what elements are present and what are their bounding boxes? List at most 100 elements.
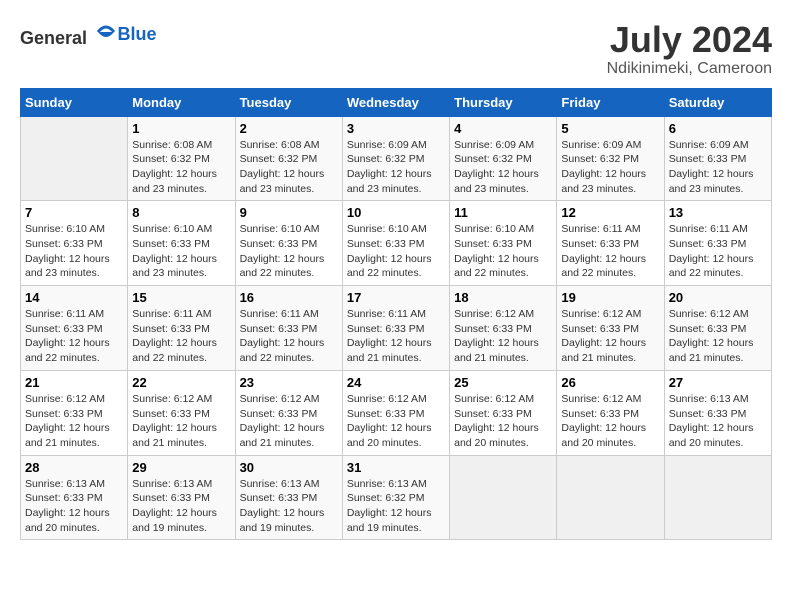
day-info: Sunrise: 6:10 AMSunset: 6:33 PMDaylight:… (454, 223, 539, 279)
calendar-cell: 19Sunrise: 6:12 AMSunset: 6:33 PMDayligh… (557, 286, 664, 371)
day-info: Sunrise: 6:10 AMSunset: 6:33 PMDaylight:… (347, 223, 432, 279)
day-number: 1 (132, 121, 230, 136)
calendar-cell: 25 Sunrise: 6:12 AMSunset: 6:33 PMDayligh… (450, 370, 557, 455)
calendar-cell: 30Sunrise: 6:13 AMSunset: 6:33 PMDayligh… (235, 455, 342, 540)
day-info: Sunrise: 6:10 AMSunset: 6:33 PMDaylight:… (132, 223, 217, 279)
calendar-cell: 31 Sunrise: 6:13 AMSunset: 6:32 PMDayligh… (342, 455, 449, 540)
day-number: 21 (25, 375, 123, 390)
header-sunday: Sunday (21, 88, 128, 116)
day-number: 22 (132, 375, 230, 390)
day-info: Sunrise: 6:13 AMSunset: 6:33 PMDaylight:… (240, 478, 325, 534)
day-number: 14 (25, 290, 123, 305)
header-saturday: Saturday (664, 88, 771, 116)
calendar-cell: 1 Sunrise: 6:08 AMSunset: 6:32 PMDaylight… (128, 116, 235, 201)
calendar-cell: 10 Sunrise: 6:10 AMSunset: 6:33 PMDayligh… (342, 201, 449, 286)
logo: General Blue (20, 20, 157, 49)
calendar-cell: 23 Sunrise: 6:12 AMSunset: 6:33 PMDayligh… (235, 370, 342, 455)
day-info: Sunrise: 6:13 AMSunset: 6:33 PMDaylight:… (669, 393, 754, 449)
day-number: 9 (240, 205, 338, 220)
calendar-cell: 4 Sunrise: 6:09 AMSunset: 6:32 PMDaylight… (450, 116, 557, 201)
day-info: Sunrise: 6:12 AMSunset: 6:33 PMDaylight:… (454, 393, 539, 449)
week-row-3: 14 Sunrise: 6:11 AMSunset: 6:33 PMDayligh… (21, 286, 772, 371)
day-info: Sunrise: 6:12 AMSunset: 6:33 PMDaylight:… (561, 393, 646, 449)
day-info: Sunrise: 6:12 AMSunset: 6:33 PMDaylight:… (25, 393, 110, 449)
calendar-cell: 28 Sunrise: 6:13 AMSunset: 6:33 PMDayligh… (21, 455, 128, 540)
day-number: 6 (669, 121, 767, 136)
day-info: Sunrise: 6:12 AMSunset: 6:33 PMDaylight:… (561, 308, 646, 364)
logo-blue: Blue (118, 24, 157, 44)
calendar-cell: 5 Sunrise: 6:09 AMSunset: 6:32 PMDaylight… (557, 116, 664, 201)
day-number: 5 (561, 121, 659, 136)
week-row-4: 21 Sunrise: 6:12 AMSunset: 6:33 PMDayligh… (21, 370, 772, 455)
day-number: 12 (561, 205, 659, 220)
logo-icon (94, 20, 118, 44)
day-info: Sunrise: 6:11 AMSunset: 6:33 PMDaylight:… (347, 308, 432, 364)
day-info: Sunrise: 6:11 AMSunset: 6:33 PMDaylight:… (669, 223, 754, 279)
day-number: 2 (240, 121, 338, 136)
calendar-cell: 6 Sunrise: 6:09 AMSunset: 6:33 PMDaylight… (664, 116, 771, 201)
day-info: Sunrise: 6:11 AMSunset: 6:33 PMDaylight:… (240, 308, 325, 364)
day-number: 27 (669, 375, 767, 390)
header-thursday: Thursday (450, 88, 557, 116)
day-number: 23 (240, 375, 338, 390)
calendar-cell: 9 Sunrise: 6:10 AMSunset: 6:33 PMDaylight… (235, 201, 342, 286)
day-info: Sunrise: 6:11 AMSunset: 6:33 PMDaylight:… (561, 223, 646, 279)
day-number: 28 (25, 460, 123, 475)
calendar-cell: 7 Sunrise: 6:10 AMSunset: 6:33 PMDaylight… (21, 201, 128, 286)
header-monday: Monday (128, 88, 235, 116)
day-number: 29 (132, 460, 230, 475)
calendar-cell (557, 455, 664, 540)
calendar-cell: 14 Sunrise: 6:11 AMSunset: 6:33 PMDayligh… (21, 286, 128, 371)
day-number: 11 (454, 205, 552, 220)
calendar-cell (21, 116, 128, 201)
day-info: Sunrise: 6:10 AMSunset: 6:33 PMDaylight:… (25, 223, 110, 279)
week-row-1: 1 Sunrise: 6:08 AMSunset: 6:32 PMDaylight… (21, 116, 772, 201)
calendar-cell: 17 Sunrise: 6:11 AMSunset: 6:33 PMDayligh… (342, 286, 449, 371)
day-number: 10 (347, 205, 445, 220)
day-number: 24 (347, 375, 445, 390)
day-info: Sunrise: 6:09 AMSunset: 6:32 PMDaylight:… (347, 139, 432, 195)
week-row-5: 28 Sunrise: 6:13 AMSunset: 6:33 PMDayligh… (21, 455, 772, 540)
day-info: Sunrise: 6:09 AMSunset: 6:33 PMDaylight:… (669, 139, 754, 195)
day-number: 17 (347, 290, 445, 305)
day-info: Sunrise: 6:13 AMSunset: 6:33 PMDaylight:… (132, 478, 217, 534)
day-number: 8 (132, 205, 230, 220)
day-info: Sunrise: 6:12 AMSunset: 6:33 PMDaylight:… (669, 308, 754, 364)
title-block: July 2024 Ndikinimeki, Cameroon (607, 20, 772, 78)
calendar-cell: 12 Sunrise: 6:11 AMSunset: 6:33 PMDayligh… (557, 201, 664, 286)
calendar-cell: 16 Sunrise: 6:11 AMSunset: 6:33 PMDayligh… (235, 286, 342, 371)
day-number: 16 (240, 290, 338, 305)
day-number: 4 (454, 121, 552, 136)
calendar-cell: 22Sunrise: 6:12 AMSunset: 6:33 PMDayligh… (128, 370, 235, 455)
day-number: 18 (454, 290, 552, 305)
day-info: Sunrise: 6:11 AMSunset: 6:33 PMDaylight:… (132, 308, 217, 364)
day-info: Sunrise: 6:08 AMSunset: 6:32 PMDaylight:… (240, 139, 325, 195)
page-header: General Blue July 2024 Ndikinimeki, Came… (20, 20, 772, 78)
day-number: 25 (454, 375, 552, 390)
day-number: 3 (347, 121, 445, 136)
header-row: SundayMondayTuesdayWednesdayThursdayFrid… (21, 88, 772, 116)
subtitle: Ndikinimeki, Cameroon (607, 60, 772, 78)
day-info: Sunrise: 6:13 AMSunset: 6:33 PMDaylight:… (25, 478, 110, 534)
day-number: 7 (25, 205, 123, 220)
calendar-table: SundayMondayTuesdayWednesdayThursdayFrid… (20, 88, 772, 541)
week-row-2: 7 Sunrise: 6:10 AMSunset: 6:33 PMDaylight… (21, 201, 772, 286)
day-info: Sunrise: 6:10 AMSunset: 6:33 PMDaylight:… (240, 223, 325, 279)
day-info: Sunrise: 6:08 AMSunset: 6:32 PMDaylight:… (132, 139, 217, 195)
calendar-cell: 8 Sunrise: 6:10 AMSunset: 6:33 PMDaylight… (128, 201, 235, 286)
day-info: Sunrise: 6:09 AMSunset: 6:32 PMDaylight:… (454, 139, 539, 195)
day-info: Sunrise: 6:12 AMSunset: 6:33 PMDaylight:… (240, 393, 325, 449)
calendar-cell (664, 455, 771, 540)
day-info: Sunrise: 6:11 AMSunset: 6:33 PMDaylight:… (25, 308, 110, 364)
day-number: 31 (347, 460, 445, 475)
day-info: Sunrise: 6:12 AMSunset: 6:33 PMDaylight:… (454, 308, 539, 364)
calendar-cell: 20 Sunrise: 6:12 AMSunset: 6:33 PMDayligh… (664, 286, 771, 371)
calendar-cell: 24Sunrise: 6:12 AMSunset: 6:33 PMDayligh… (342, 370, 449, 455)
day-number: 13 (669, 205, 767, 220)
header-wednesday: Wednesday (342, 88, 449, 116)
header-tuesday: Tuesday (235, 88, 342, 116)
day-info: Sunrise: 6:13 AMSunset: 6:32 PMDaylight:… (347, 478, 432, 534)
day-info: Sunrise: 6:09 AMSunset: 6:32 PMDaylight:… (561, 139, 646, 195)
calendar-cell: 2 Sunrise: 6:08 AMSunset: 6:32 PMDaylight… (235, 116, 342, 201)
day-number: 20 (669, 290, 767, 305)
